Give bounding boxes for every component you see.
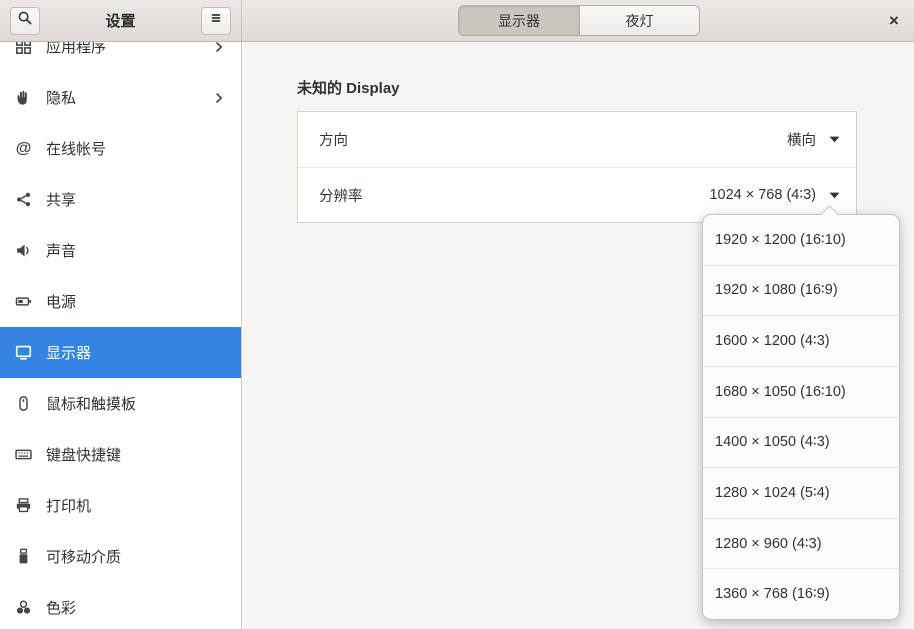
at-icon: @ (15, 140, 32, 157)
sidebar-item-应用程序[interactable]: 应用程序 (0, 42, 241, 72)
view-switcher: 显示器 夜灯 (458, 5, 700, 36)
resolution-option-label: 1280 × 1024 (5∶4) (715, 485, 830, 501)
sidebar-item-label: 应用程序 (46, 42, 106, 57)
sidebar-item-声音[interactable]: 声音 (0, 225, 241, 276)
sidebar-item-打印机[interactable]: 打印机 (0, 480, 241, 531)
tab-夜灯[interactable]: 夜灯 (579, 6, 699, 35)
sidebar-item-label: 声音 (46, 240, 76, 261)
resolution-option[interactable]: 1280 × 960 (4∶3) (703, 518, 899, 569)
resolution-option[interactable]: 1600 × 1200 (4∶3) (703, 315, 899, 366)
sidebar-item-label: 电源 (46, 291, 76, 312)
chevron-down-icon (829, 136, 840, 143)
resolution-option[interactable]: 1360 × 768 (16∶9) (703, 568, 899, 619)
sidebar-item-共享[interactable]: 共享 (0, 174, 241, 225)
resolution-option-label: 1920 × 1200 (16∶10) (715, 232, 846, 248)
sidebar-item-隐私[interactable]: 隐私 (0, 72, 241, 123)
settings-row-label: 分辨率 (319, 185, 363, 206)
resolution-option-label: 1680 × 1050 (16∶10) (715, 384, 846, 400)
sidebar-item-label: 在线帐号 (46, 138, 106, 159)
sidebar-item-label: 共享 (46, 189, 76, 210)
color-icon (15, 599, 32, 616)
usb-icon (15, 548, 32, 565)
settings-row-label: 方向 (319, 129, 348, 150)
resolution-option-label: 1400 × 1050 (4∶3) (715, 434, 830, 450)
menu-button[interactable] (201, 7, 231, 35)
sidebar-item-色彩[interactable]: 色彩 (0, 582, 241, 629)
share-icon (15, 191, 32, 208)
sidebar-item-label: 隐私 (46, 87, 76, 108)
sidebar-item-label: 色彩 (46, 597, 76, 618)
tab-label: 夜灯 (626, 11, 654, 31)
sidebar-list: 应用程序 隐私 @ 在线帐号 共享 声音 电源 显示器 鼠标和触摸板 键盘快捷键 (0, 42, 241, 629)
resolution-option[interactable]: 1920 × 1080 (16∶9) (703, 265, 899, 316)
hand-icon (15, 89, 32, 106)
sidebar-item-label: 键盘快捷键 (46, 444, 121, 465)
resolution-option[interactable]: 1920 × 1200 (16∶10) (703, 215, 899, 265)
resolution-option[interactable]: 1680 × 1050 (16∶10) (703, 366, 899, 417)
settings-row-方向[interactable]: 方向 横向 (298, 112, 856, 167)
keyboard-icon (15, 446, 32, 463)
sidebar-item-label: 打印机 (46, 495, 91, 516)
resolution-option[interactable]: 1280 × 1024 (5∶4) (703, 467, 899, 518)
window-title: 设置 (40, 10, 201, 31)
page-title: 未知的 Display (297, 81, 914, 97)
sidebar-item-鼠标和触摸板[interactable]: 鼠标和触摸板 (0, 378, 241, 429)
settings-row-value: 横向 (787, 129, 816, 150)
sidebar-item-显示器[interactable]: 显示器 (0, 327, 241, 378)
search-icon (17, 10, 33, 31)
sidebar-header: 设置 (0, 0, 242, 41)
headerbar: 设置 显示器 夜灯 × (0, 0, 914, 42)
resolution-option-label: 1280 × 960 (4∶3) (715, 536, 822, 552)
tab-显示器[interactable]: 显示器 (459, 6, 579, 35)
sidebar-item-键盘快捷键[interactable]: 键盘快捷键 (0, 429, 241, 480)
close-button[interactable]: × (880, 7, 908, 35)
speaker-icon (15, 242, 32, 259)
chevron-right-icon (213, 92, 225, 104)
settings-row-value: 1024 × 768 (4∶3) (709, 187, 816, 203)
resolution-dropdown-menu: 1920 × 1200 (16∶10) 1920 × 1080 (16∶9) 160… (702, 214, 900, 620)
resolution-option[interactable]: 1400 × 1050 (4∶3) (703, 417, 899, 468)
apps-grid-icon (15, 42, 32, 55)
sidebar-item-label: 鼠标和触摸板 (46, 393, 136, 414)
resolution-option-label: 1920 × 1080 (16∶9) (715, 282, 838, 298)
tab-label: 显示器 (498, 11, 540, 31)
printer-icon (15, 497, 32, 514)
sidebar-item-label: 显示器 (46, 342, 91, 363)
monitor-icon (15, 344, 32, 361)
battery-icon (15, 293, 32, 310)
sidebar-item-在线帐号[interactable]: @ 在线帐号 (0, 123, 241, 174)
chevron-right-icon (213, 42, 225, 53)
sidebar: 应用程序 隐私 @ 在线帐号 共享 声音 电源 显示器 鼠标和触摸板 键盘快捷键 (0, 42, 242, 629)
resolution-option-label: 1360 × 768 (16∶9) (715, 586, 830, 602)
sidebar-item-可移动介质[interactable]: 可移动介质 (0, 531, 241, 582)
mouse-icon (15, 395, 32, 412)
search-button[interactable] (10, 7, 40, 35)
resolution-option-label: 1600 × 1200 (4∶3) (715, 333, 830, 349)
sidebar-item-电源[interactable]: 电源 (0, 276, 241, 327)
chevron-down-icon (829, 192, 840, 199)
display-settings-panel: 方向 横向 分辨率 1024 × 768 (4∶3) (297, 111, 857, 223)
sidebar-item-label: 可移动介质 (46, 546, 121, 567)
hamburger-menu-icon (208, 10, 224, 31)
